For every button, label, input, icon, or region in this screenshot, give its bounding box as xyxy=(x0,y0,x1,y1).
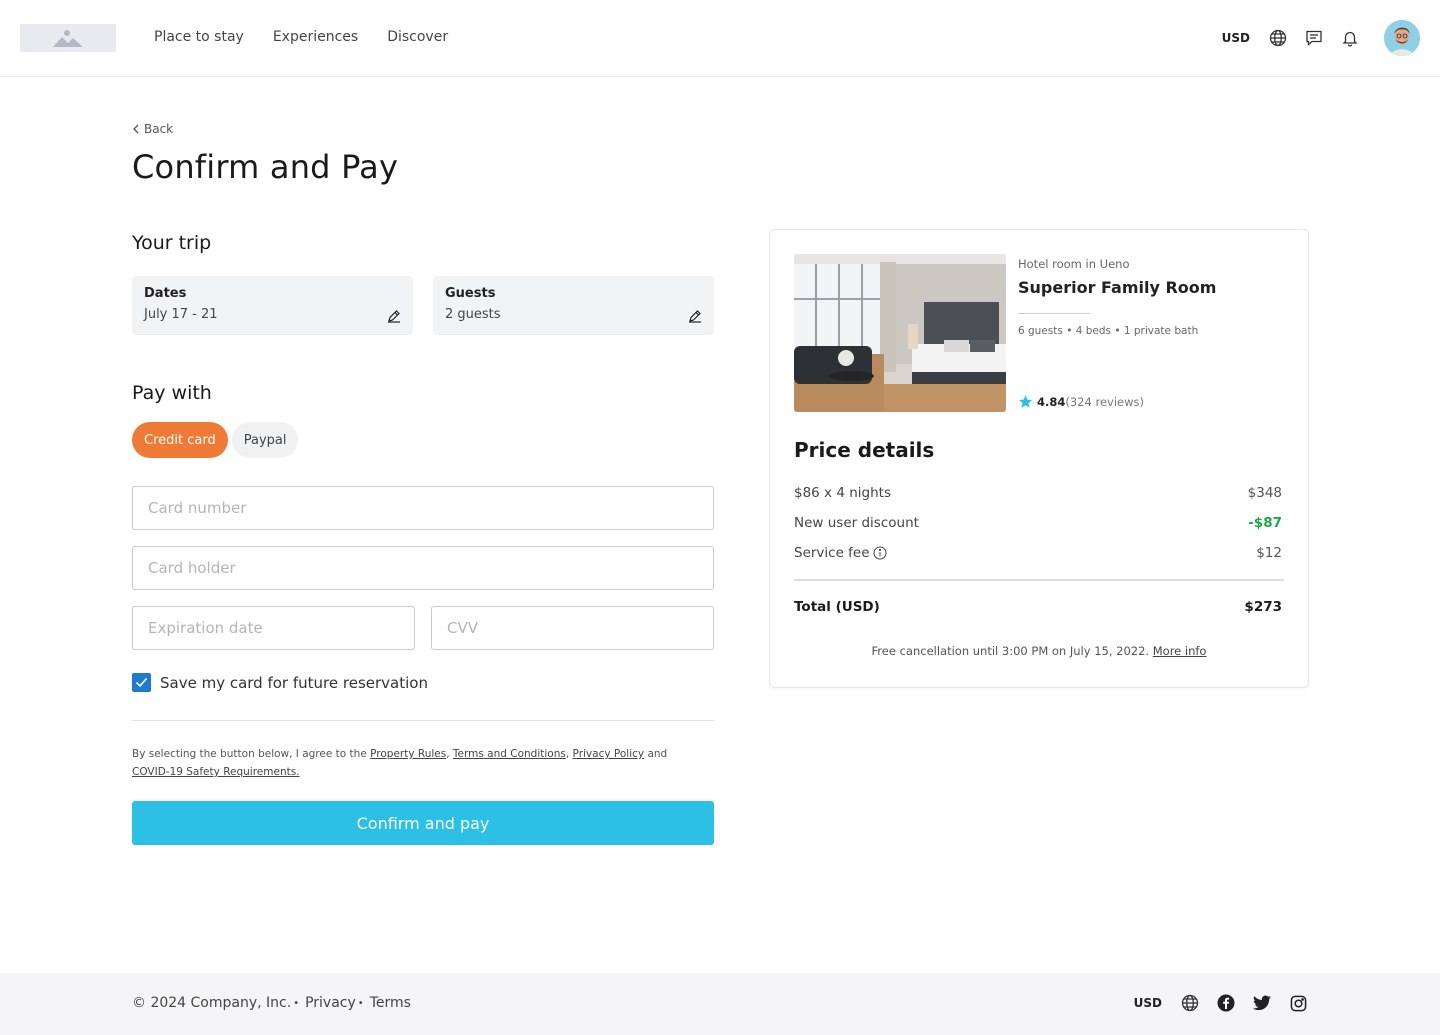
price-row-service-fee: Service fee $12 xyxy=(794,545,1282,561)
pencil-icon[interactable] xyxy=(688,308,702,327)
pencil-icon[interactable] xyxy=(387,308,401,327)
price-row-nights: $86 x 4 nights $348 xyxy=(794,485,1282,501)
globe-icon[interactable] xyxy=(1268,28,1288,48)
total-label: Total (USD) xyxy=(794,599,880,615)
confirm-and-pay-button[interactable]: Confirm and pay xyxy=(132,801,714,845)
instagram-icon[interactable] xyxy=(1288,993,1308,1013)
covid-link[interactable]: COVID-19 Safety Requirements. xyxy=(132,766,300,778)
twitter-icon[interactable] xyxy=(1252,993,1272,1013)
price-row-discount: New user discount -$87 xyxy=(794,515,1282,531)
info-icon[interactable] xyxy=(873,546,887,560)
dates-box: Dates July 17 - 21 xyxy=(132,276,413,335)
top-header: Place to stay Experiences Discover USD xyxy=(0,0,1440,77)
back-label: Back xyxy=(144,122,174,136)
legal-text: By selecting the button below, I agree t… xyxy=(132,748,668,778)
globe-icon[interactable] xyxy=(1180,993,1200,1013)
main-nav: Place to stay Experiences Discover xyxy=(154,29,448,45)
room-type: Hotel room in Ueno xyxy=(1018,257,1130,271)
separator-dot: • xyxy=(293,997,300,1009)
payment-method-tabs: Credit card Paypal xyxy=(132,422,299,458)
total-amount: $273 xyxy=(1244,599,1282,615)
footer: © 2024 Company, Inc. • Privacy • Terms U… xyxy=(0,973,1440,1035)
price-row-label: $86 x 4 nights xyxy=(794,485,891,501)
cvv-input[interactable] xyxy=(431,606,714,650)
rating: 4.84 (324 reviews) xyxy=(1018,394,1144,409)
logo[interactable] xyxy=(20,24,116,52)
divider xyxy=(132,720,714,721)
room-name: Superior Family Room xyxy=(1018,278,1217,297)
card-holder-input[interactable] xyxy=(132,546,714,590)
footer-actions: USD xyxy=(1134,993,1308,1013)
footer-terms-link[interactable]: Terms xyxy=(370,995,411,1011)
footer-links: © 2024 Company, Inc. • Privacy • Terms xyxy=(132,995,411,1011)
save-card-label: Save my card for future reservation xyxy=(160,673,428,692)
footer-privacy-link[interactable]: Privacy xyxy=(305,995,356,1011)
price-separator xyxy=(794,579,1284,581)
room-features: 6 guests • 4 beds • 1 private bath xyxy=(1018,325,1199,337)
guests-label: Guests xyxy=(445,286,496,301)
guests-value: 2 guests xyxy=(445,307,501,322)
tab-paypal[interactable]: Paypal xyxy=(231,422,299,458)
footer-currency-selector[interactable]: USD xyxy=(1134,996,1162,1010)
back-link[interactable]: Back xyxy=(132,122,173,136)
expiration-date-input[interactable] xyxy=(132,606,415,650)
bell-icon[interactable] xyxy=(1340,28,1360,48)
header-actions: USD xyxy=(1222,20,1420,56)
save-card-row: Save my card for future reservation xyxy=(132,673,428,692)
terms-link[interactable]: Terms and Conditions xyxy=(453,748,566,760)
your-trip-heading: Your trip xyxy=(132,232,212,254)
price-row-amount: $348 xyxy=(1247,485,1282,501)
price-row-label: New user discount xyxy=(794,515,919,531)
page-title: Confirm and Pay xyxy=(132,148,399,186)
room-image xyxy=(794,254,1006,412)
pay-with-heading: Pay with xyxy=(132,382,212,404)
nav-discover[interactable]: Discover xyxy=(387,29,448,45)
total-row: Total (USD) $273 xyxy=(794,599,1282,615)
avatar[interactable] xyxy=(1384,20,1420,56)
guests-box: Guests 2 guests xyxy=(433,276,714,335)
booking-summary-card: Hotel room in Ueno Superior Family Room … xyxy=(769,229,1309,688)
message-icon[interactable] xyxy=(1304,28,1324,48)
rating-score: 4.84 xyxy=(1037,394,1066,409)
dates-label: Dates xyxy=(144,286,187,301)
review-count[interactable]: (324 reviews) xyxy=(1065,395,1144,409)
price-row-amount: $12 xyxy=(1256,545,1282,561)
legal-and: and xyxy=(644,748,668,760)
room-separator xyxy=(1018,313,1090,314)
nav-experiences[interactable]: Experiences xyxy=(273,29,358,45)
chevron-left-icon xyxy=(133,124,139,134)
price-row-amount: -$87 xyxy=(1248,515,1282,531)
card-number-input[interactable] xyxy=(132,486,714,530)
star-icon xyxy=(1018,395,1033,408)
property-rules-link[interactable]: Property Rules xyxy=(370,748,446,760)
cancellation-note: Free cancellation until 3:00 PM on July … xyxy=(770,644,1308,658)
more-info-link[interactable]: More info xyxy=(1153,644,1207,658)
privacy-policy-link[interactable]: Privacy Policy xyxy=(573,748,645,760)
facebook-icon[interactable] xyxy=(1216,993,1236,1013)
price-details-heading: Price details xyxy=(794,438,935,462)
save-card-checkbox[interactable] xyxy=(132,673,151,692)
check-icon xyxy=(135,677,148,688)
tab-credit-card[interactable]: Credit card xyxy=(132,422,228,458)
legal-prefix: By selecting the button below, I agree t… xyxy=(132,748,371,760)
dates-value: July 17 - 21 xyxy=(144,307,218,322)
copyright: © 2024 Company, Inc. xyxy=(132,995,292,1011)
nav-place-to-stay[interactable]: Place to stay xyxy=(154,29,244,45)
price-row-label: Service fee xyxy=(794,545,870,561)
service-fee-label-wrap: Service fee xyxy=(794,545,887,561)
separator-dot: • xyxy=(357,997,364,1009)
currency-selector[interactable]: USD xyxy=(1222,31,1250,45)
logo-image-icon xyxy=(53,30,83,47)
cancellation-text: Free cancellation until 3:00 PM on July … xyxy=(871,644,1153,658)
